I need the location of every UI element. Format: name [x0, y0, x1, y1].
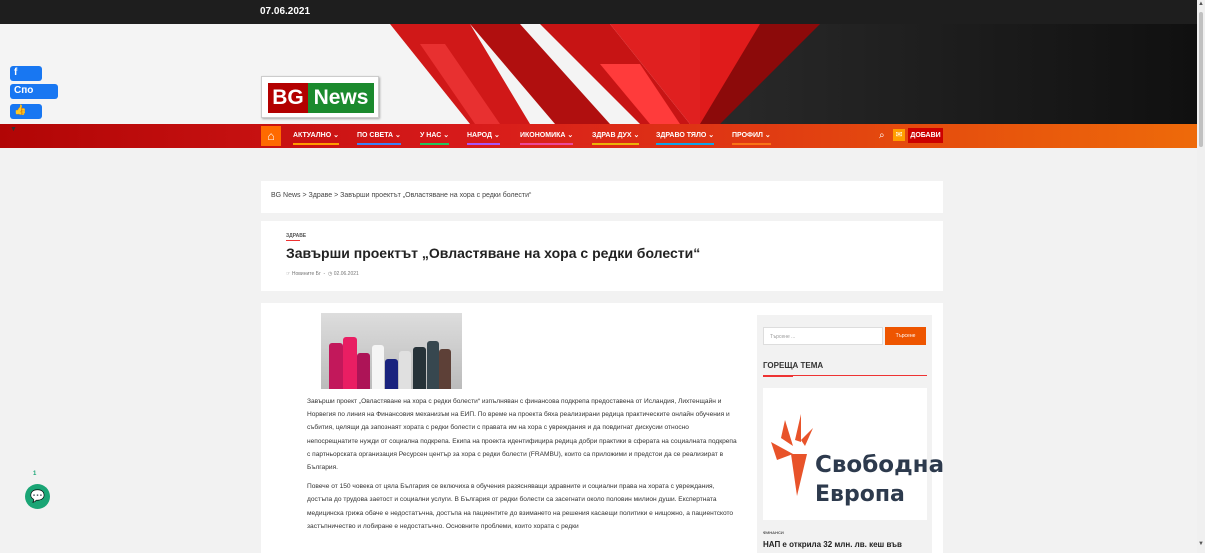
- hot-topic-heading: ГОРЕЩА ТЕМА: [763, 361, 824, 370]
- collapse-icon[interactable]: ▼: [10, 126, 17, 133]
- header-banner: BG News: [0, 24, 1197, 124]
- scrollbar-thumb[interactable]: [1199, 12, 1203, 147]
- article-photo[interactable]: [321, 313, 462, 389]
- facebook-icon: f: [14, 67, 18, 78]
- article-title: Завърши проектът „Овластяване на хора с …: [286, 245, 701, 261]
- sidebar: Търсене ... Търсене ГОРЕЩА ТЕМА Свободна…: [757, 315, 944, 553]
- article-header: ЗДРАВЕ Завърши проектът „Овластяване на …: [261, 221, 943, 291]
- article-author[interactable]: ☞ Новините Бг: [286, 271, 321, 277]
- hot-topic-underline: [763, 375, 927, 377]
- breadcrumb-text[interactable]: BG News > Здраве > Завърши проектът „Овл…: [271, 192, 531, 199]
- nav-item-ikonomika[interactable]: ИКОНОМИКА ⌄: [520, 131, 574, 145]
- nav-item-aktualno[interactable]: АКТУАЛНО ⌄: [293, 131, 339, 145]
- nav-item-zdrav-duh[interactable]: ЗДРАВ ДУХ ⌄: [592, 131, 640, 145]
- logo-bg-text: BG: [268, 83, 308, 113]
- facebook-share-count-button[interactable]: Спо: [10, 84, 58, 99]
- article-category[interactable]: ЗДРАВЕ: [286, 233, 306, 239]
- next-article-title[interactable]: НАП е открила 32 млн. лв. кеш във: [763, 540, 902, 549]
- sidebar-search-button[interactable]: Търсене: [885, 327, 926, 345]
- home-icon[interactable]: ⌂: [261, 126, 281, 146]
- torch-icon: [771, 414, 813, 496]
- chat-bubble-icon: 💬: [30, 489, 45, 503]
- promo-line-2: Европа: [815, 482, 905, 507]
- facebook-like-button[interactable]: 👍: [10, 104, 42, 119]
- nav-item-narod[interactable]: НАРОД ⌄: [467, 131, 500, 145]
- breadcrumb: BG News > Здраве > Завърши проектът „Овл…: [261, 181, 943, 213]
- share-label: Спо: [14, 85, 34, 96]
- next-article-category[interactable]: ФИНАНСИ: [763, 530, 784, 535]
- search-icon[interactable]: ⌕: [879, 130, 885, 141]
- article-paragraph: Завърши проект „Овластяване на хора с ре…: [307, 398, 737, 472]
- scroll-down-icon[interactable]: ▼: [1198, 541, 1204, 547]
- article-date: ◷ 02.06.2021: [328, 271, 359, 277]
- header-stripes: [390, 24, 820, 124]
- page-scrollbar[interactable]: ▲ ▼: [1197, 0, 1205, 553]
- article-paragraph: Повече от 150 човека от цяла България се…: [307, 483, 734, 530]
- article-text: Завърши проект „Овластяване на хора с ре…: [307, 395, 737, 539]
- article-meta: ☞ Новините Бг - ◷ 02.06.2021: [286, 271, 359, 277]
- mail-icon[interactable]: ✉: [893, 129, 905, 141]
- chat-count-badge: 1: [33, 471, 37, 477]
- facebook-share-button[interactable]: f: [10, 66, 42, 81]
- category-underline: [286, 240, 300, 241]
- promo-banner[interactable]: Свободна Европа: [763, 388, 944, 520]
- site-logo[interactable]: BG News: [261, 76, 379, 118]
- top-bar: 07.06.2021: [0, 0, 1197, 24]
- nav-item-profil[interactable]: ПРОФИЛ ⌄: [732, 131, 771, 145]
- nav-item-zdravo-tyalo[interactable]: ЗДРАВО ТЯЛО ⌄: [656, 131, 715, 145]
- sidebar-search-input[interactable]: Търсене ...: [763, 327, 883, 345]
- scroll-up-icon[interactable]: ▲: [1198, 1, 1204, 7]
- logo-news-text: News: [308, 83, 374, 113]
- like-icon: 👍: [14, 105, 27, 116]
- nav-item-po-sveta[interactable]: ПО СВЕТА ⌄: [357, 131, 401, 145]
- chat-button[interactable]: 💬: [25, 484, 50, 509]
- current-date: 07.06.2021: [260, 6, 311, 17]
- promo-line-1: Свободна: [815, 452, 945, 478]
- add-button[interactable]: ДОБАВИ: [908, 128, 943, 143]
- nav-item-u-nas[interactable]: У НАС ⌄: [420, 131, 450, 145]
- main-navigation: ▼ ⌂ АКТУАЛНО ⌄ ПО СВЕТА ⌄ У НАС ⌄ НАРОД …: [0, 124, 1197, 148]
